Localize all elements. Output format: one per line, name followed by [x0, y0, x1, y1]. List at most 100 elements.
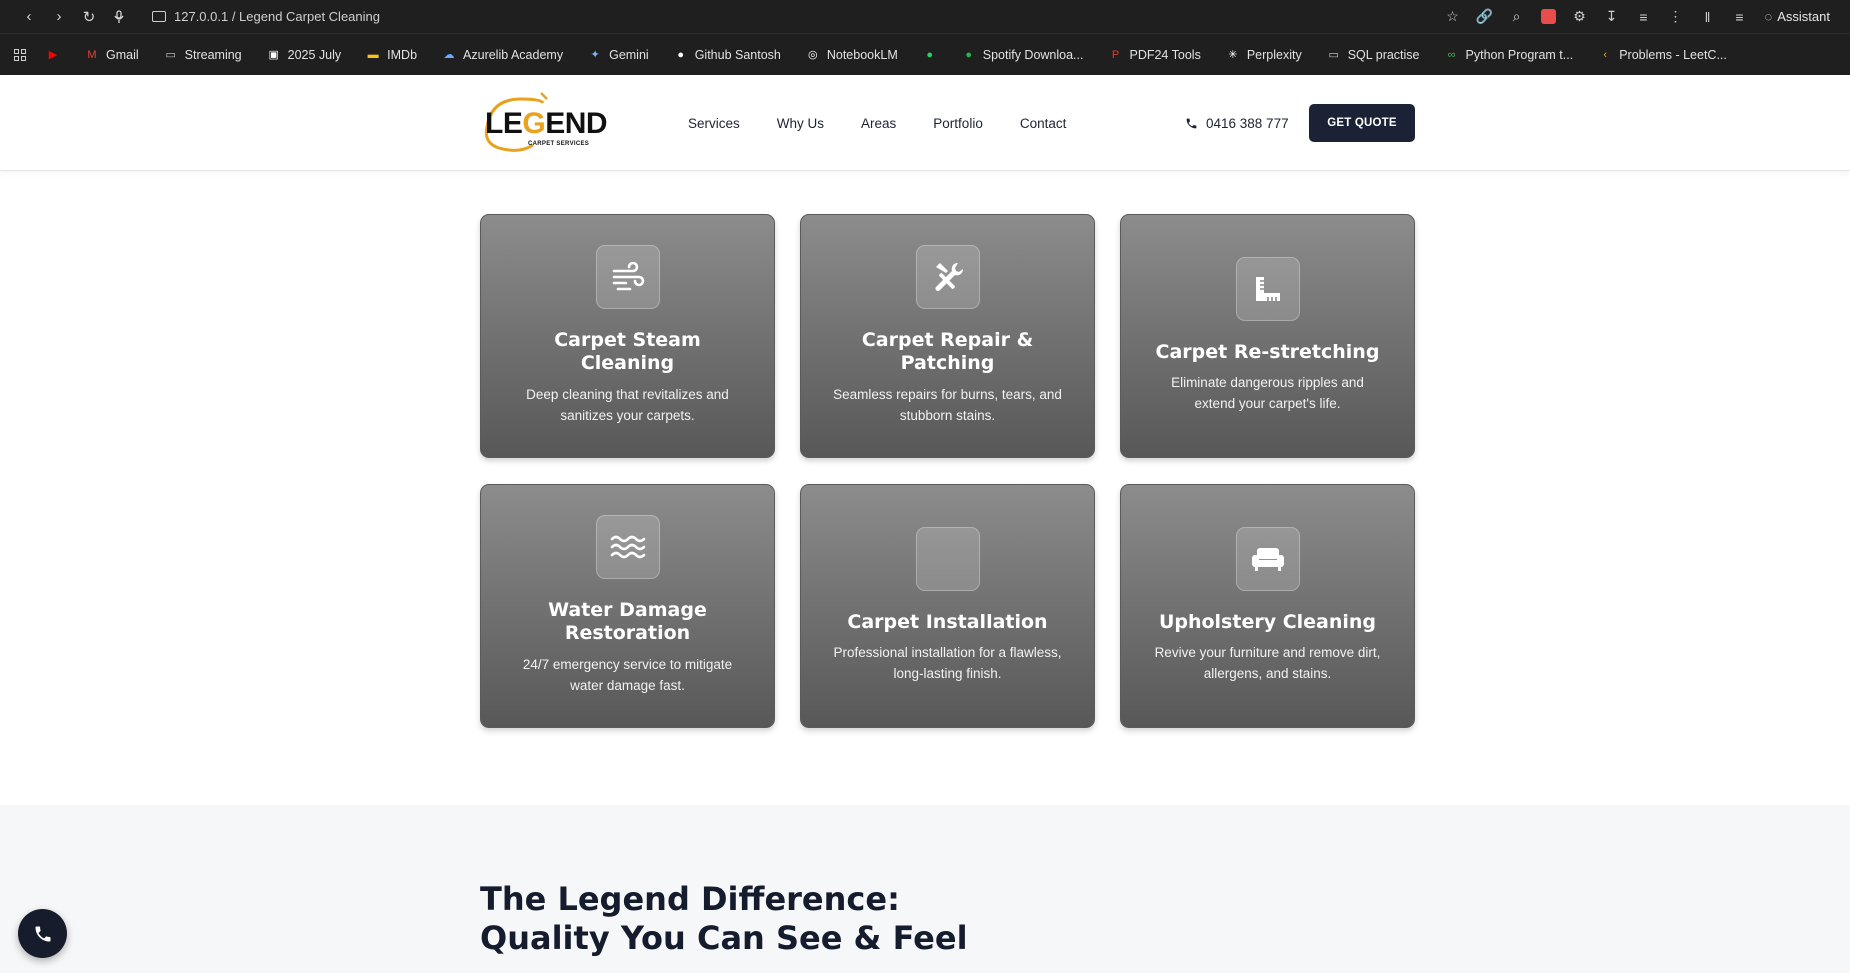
reload-icon[interactable]: ↻ — [74, 4, 104, 30]
youtube-icon: ▶ — [48, 49, 58, 61]
extension-red-icon[interactable] — [1540, 9, 1556, 24]
phone-icon — [1186, 118, 1197, 128]
folder-icon: ▭ — [1328, 49, 1339, 61]
service-description: Deep cleaning that revitalizes and sanit… — [526, 386, 729, 423]
bookmark-label: Streaming — [184, 47, 242, 62]
bookmark-item[interactable]: ∞ Python Program t... — [1445, 48, 1574, 62]
service-description: 24/7 emergency service to mitigate water… — [522, 656, 733, 693]
site-header: LEGEND CARPET SERVICES Services Why Us A… — [0, 75, 1850, 171]
gemini-icon: ✦ — [590, 49, 600, 61]
service-title: Upholstery Cleaning — [1158, 610, 1377, 633]
phone-number: 0416 388 777 — [1206, 115, 1289, 131]
extensions-icon[interactable]: ⚙ — [1567, 8, 1593, 25]
bookmark-item[interactable]: ✳ Perplexity — [1226, 48, 1302, 62]
bookmark-item[interactable]: ▬ IMDb — [366, 48, 417, 62]
bookmark-label: Gmail — [106, 47, 139, 62]
service-card-steam-cleaning[interactable]: Carpet Steam Cleaning Deep cleaning that… — [480, 214, 775, 458]
bookmark-item[interactable]: P PDF24 Tools — [1108, 47, 1201, 62]
bookmark-label: SQL practise — [1347, 47, 1420, 62]
link-icon[interactable]: 🔗 — [1472, 8, 1498, 25]
assistant-button[interactable]: ◌ Assistant — [1765, 9, 1830, 24]
bookmark-label: Azurelib Academy — [463, 47, 564, 62]
service-title: Carpet Steam Cleaning — [554, 329, 701, 375]
nav-why-us[interactable]: Why Us — [777, 116, 824, 131]
assistant-label: Assistant — [1777, 9, 1830, 24]
nav-services[interactable]: Services — [688, 116, 740, 131]
calendar-icon: ▣ — [268, 49, 279, 61]
sofa-icon — [1235, 526, 1300, 591]
bookmark-item[interactable]: M Gmail — [85, 47, 139, 62]
bookmark-item[interactable]: ▭ SQL practise — [1327, 48, 1420, 62]
service-description: Revive your furniture and remove dirt, a… — [1154, 645, 1381, 682]
bookmark-item[interactable]: ● — [923, 48, 937, 62]
bookmark-item[interactable]: ▶ — [46, 48, 60, 62]
search-page-icon[interactable]: ⌕ — [1504, 8, 1530, 25]
nav-areas[interactable]: Areas — [861, 116, 896, 131]
service-title: Water Damage Restoration — [548, 599, 707, 645]
pdf24-icon: P — [1111, 48, 1120, 61]
github-icon: ● — [677, 48, 685, 61]
difference-heading: The Legend Difference: Quality You Can S… — [480, 880, 968, 958]
bookmark-item[interactable]: ▣ 2025 July — [267, 47, 342, 62]
service-description: Eliminate dangerous ripples and extend y… — [1171, 375, 1364, 412]
reading-list-icon[interactable]: ≡ — [1631, 9, 1657, 25]
bookmark-item[interactable]: ▭ Streaming — [164, 47, 242, 62]
get-quote-button[interactable]: GET QUOTE — [1309, 104, 1415, 142]
bookmark-item[interactable]: ✦ Gemini — [588, 47, 649, 62]
bookmark-label: PDF24 Tools — [1129, 47, 1201, 62]
service-description: Seamless repairs for burns, tears, and s… — [833, 386, 1062, 423]
wind-icon — [595, 245, 660, 310]
nav-portfolio[interactable]: Portfolio — [933, 116, 983, 131]
bookmark-label: Problems - LeetC... — [1619, 47, 1727, 62]
phone-link[interactable]: 0416 388 777 — [1185, 75, 1289, 171]
logo[interactable]: LEGEND CARPET SERVICES — [481, 87, 616, 157]
bookmark-star-icon[interactable]: ☆ — [1440, 8, 1466, 25]
audio-icon[interactable]: ‖ — [1695, 9, 1721, 25]
apps-icon[interactable] — [14, 48, 26, 61]
folder-icon: ▭ — [165, 49, 176, 61]
water-icon — [595, 515, 660, 580]
bookmark-item[interactable]: ● Spotify Downloa... — [962, 48, 1083, 62]
back-icon[interactable]: ‹ — [14, 4, 44, 30]
bookmark-label: Python Program t... — [1465, 47, 1574, 62]
bookmark-label: Perplexity — [1246, 47, 1302, 62]
spotify-icon: ● — [965, 48, 973, 61]
bookmark-label: Gemini — [609, 47, 649, 62]
service-title: Carpet Repair & Patching — [861, 329, 1034, 375]
bookmark-item[interactable]: ☁ Azurelib Academy — [442, 47, 564, 62]
service-card-water-damage[interactable]: Water Damage Restoration 24/7 emergency … — [480, 484, 775, 728]
floating-call-button[interactable] — [18, 909, 67, 958]
microphone-icon[interactable] — [104, 4, 134, 30]
gmail-icon: M — [87, 48, 97, 61]
browser-toolbar: ‹ › ↻ 127.0.0.1 / Legend Carpet Cleaning… — [0, 0, 1850, 33]
service-card-installation[interactable]: Carpet Installation Professional install… — [800, 484, 1095, 728]
service-description: Professional installation for a flawless… — [833, 645, 1062, 682]
services-grid: Carpet Steam Cleaning Deep cleaning that… — [480, 214, 1415, 728]
ruler-icon — [1235, 256, 1300, 321]
python-icon: ∞ — [1447, 48, 1456, 61]
bookmark-item[interactable]: ◎ NotebookLM — [806, 48, 898, 62]
download-icon[interactable]: ↧ — [1599, 8, 1625, 25]
leetcode-icon: ‹ — [1603, 48, 1608, 61]
tools-icon — [915, 245, 980, 310]
bookmark-label: 2025 July — [287, 47, 342, 62]
service-card-upholstery[interactable]: Upholstery Cleaning Revive your furnitur… — [1120, 484, 1415, 728]
service-title: Carpet Re-stretching — [1155, 340, 1380, 363]
bookmark-item[interactable]: ‹ Problems - LeetC... — [1598, 48, 1727, 62]
main-nav: Services Why Us Areas Portfolio Contact — [688, 75, 1103, 171]
nav-contact[interactable]: Contact — [1020, 116, 1067, 131]
bookmark-label: IMDb — [387, 47, 418, 62]
assistant-icon: ◌ — [1764, 9, 1773, 24]
menu-icon[interactable]: ⋮ — [1663, 8, 1689, 25]
address-text: 127.0.0.1 / Legend Carpet Cleaning — [174, 9, 380, 24]
cloud-icon: ☁ — [443, 49, 455, 61]
forward-icon[interactable]: › — [44, 4, 74, 30]
queue-icon[interactable]: ≡ — [1727, 9, 1753, 25]
service-card-re-stretching[interactable]: Carpet Re-stretching Eliminate dangerous… — [1120, 214, 1415, 458]
site-info-icon[interactable] — [152, 11, 166, 22]
phone-icon — [35, 926, 50, 941]
logo-wordmark: LEGEND — [485, 107, 608, 140]
bookmark-item[interactable]: ● Github Santosh — [674, 48, 781, 62]
service-card-repair-patching[interactable]: Carpet Repair & Patching Seamless repair… — [800, 214, 1095, 458]
address-bar[interactable]: 127.0.0.1 / Legend Carpet Cleaning — [152, 9, 380, 24]
